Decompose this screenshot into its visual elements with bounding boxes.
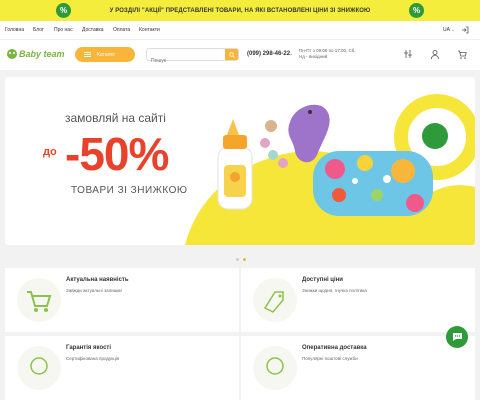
percent-badge-icon: %	[56, 3, 71, 18]
hero-discount: -50%	[65, 128, 169, 180]
delivery-icon	[266, 357, 284, 375]
promo-text[interactable]: У РОЗДІЛІ "АКЦІЇ" ПРЕДСТАВЛЕНІ ТОВАРИ, Н…	[110, 8, 371, 14]
site-header: Baby team Каталог (099) 298-46-22 ⌄ Пн-П…	[0, 40, 480, 70]
promo-bar[interactable]: % У РОЗДІЛІ "АКЦІЇ" ПРЕДСТАВЛЕНІ ТОВАРИ,…	[0, 0, 480, 21]
nav-link-about[interactable]: Про нас	[54, 27, 73, 33]
catalog-button[interactable]: Каталог	[75, 47, 135, 62]
chevron-down-icon: ⌄	[451, 27, 456, 33]
feature-card: Оперативна доставка Популярні поштові сл…	[241, 336, 475, 400]
quality-badge-icon	[30, 357, 48, 375]
feature-title: Оперативна доставка	[302, 345, 367, 351]
working-hours: Пн-Пт з 09:00 по 17:00, Сб, Нд - вихідни…	[299, 48, 356, 59]
nav-link-delivery[interactable]: Доставка	[82, 27, 103, 33]
slider-dot[interactable]	[236, 258, 239, 261]
feature-icon-bg	[253, 346, 297, 390]
feature-description: Завжди актуальні залишки	[66, 288, 122, 293]
feature-title: Актуальна наявність	[66, 277, 129, 283]
nav-link-home[interactable]: Головна	[5, 27, 24, 33]
login-icon[interactable]	[461, 26, 469, 34]
feature-card: Гарантія якості Сертифікована продукція	[5, 336, 239, 400]
hero-subtitle: ТОВАРИ ЗІ ЗНИЖКОЮ	[71, 185, 188, 196]
catalog-label: Каталог	[97, 51, 116, 58]
search-input[interactable]	[147, 55, 223, 67]
percent-badge-icon: %	[409, 3, 424, 18]
slider-dot-active[interactable]	[243, 258, 246, 261]
feature-card: Актуальна наявність Завжди актуальні зал…	[5, 268, 239, 332]
search-icon	[228, 51, 235, 58]
hero-title: замовляй на сайті	[65, 111, 166, 125]
nav-link-blog[interactable]: Блог	[33, 27, 44, 33]
hero-prefix: до	[43, 146, 57, 158]
logo-text: Baby team	[19, 49, 65, 59]
compare-icon[interactable]	[403, 49, 413, 60]
feature-title: Доступні ціни	[302, 277, 343, 283]
cart-icon[interactable]	[457, 49, 467, 60]
feature-card: Доступні ціни Знижки щодня, гнучка політ…	[241, 268, 475, 332]
feature-icon-bg	[253, 278, 297, 322]
chat-button[interactable]	[446, 326, 468, 348]
feature-description: Популярні поштові служби	[302, 356, 358, 361]
top-navigation: Головна Блог Про нас Доставка Оплата Кон…	[0, 21, 480, 40]
user-icon[interactable]	[430, 49, 440, 60]
search-button[interactable]	[225, 49, 238, 60]
feature-title: Гарантія якості	[66, 345, 112, 351]
logo-mark-icon	[7, 49, 17, 59]
feature-icon-bg	[17, 346, 61, 390]
hero-banner[interactable]: замовляй на сайті до -50% ТОВАРИ ЗІ ЗНИЖ…	[5, 77, 475, 245]
phone-number[interactable]: (099) 298-46-22	[247, 51, 290, 57]
nav-link-contacts[interactable]: Контакти	[139, 27, 160, 33]
language-label: UA	[443, 27, 450, 33]
logo[interactable]: Baby team	[5, 48, 65, 60]
feature-description: Знижки щодня, гнучка політика	[302, 288, 367, 293]
cart-icon	[27, 291, 52, 312]
menu-icon	[84, 52, 91, 57]
price-tag-icon	[263, 291, 284, 313]
chevron-down-icon[interactable]: ⌄	[289, 51, 293, 57]
feature-description: Сертифікована продукція	[66, 356, 120, 361]
language-select[interactable]: UA ⌄	[443, 27, 455, 33]
search-box	[146, 48, 239, 67]
chat-icon	[452, 333, 462, 341]
feature-icon-bg	[17, 278, 61, 322]
slider-pagination	[236, 258, 246, 261]
nav-link-payment[interactable]: Оплата	[113, 27, 130, 33]
